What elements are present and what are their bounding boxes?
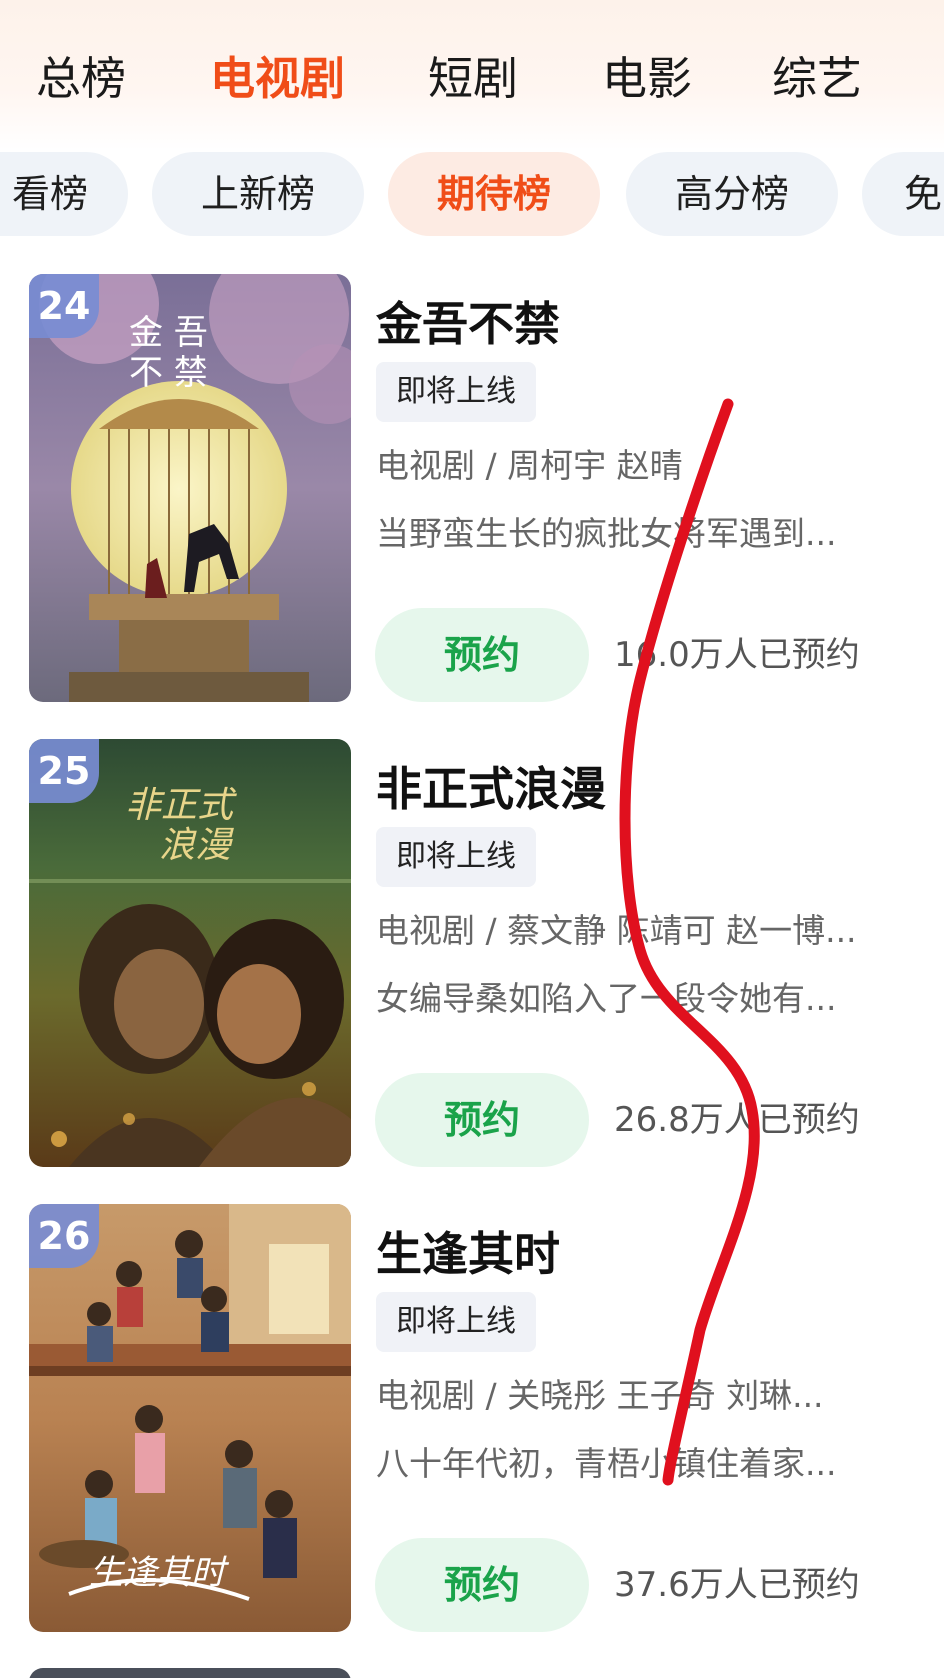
chip-new-ranking[interactable]: 上新榜 [152, 152, 364, 236]
chip-high-score-ranking[interactable]: 高分榜 [626, 152, 838, 236]
genre-cast: 电视剧 / 关晓彤 王子奇 刘琳... [376, 1376, 824, 1415]
list-item[interactable]: 非正式 浪漫 25 非正式浪漫 即将上线 电视剧 / 蔡文静 陈靖可 赵一博..… [0, 739, 944, 1169]
tab-movie[interactable]: 电影 [602, 44, 692, 114]
chip-watch-ranking[interactable]: 看榜 [0, 152, 128, 236]
chip-free-ranking[interactable]: 免 [862, 152, 944, 236]
status-badge: 即将上线 [376, 1292, 536, 1352]
ranking-page: 总榜 电视剧 短剧 电影 综艺 看榜 上新榜 期待榜 高分榜 免 金 吾 不 禁… [0, 0, 944, 1678]
poster-image[interactable]: 生逢其时 26 [29, 1204, 351, 1632]
svg-text:非正式: 非正式 [125, 785, 237, 826]
genre-cast: 电视剧 / 蔡文静 陈靖可 赵一博... [376, 911, 857, 950]
svg-text:不 禁: 不 禁 [129, 353, 208, 393]
list-item[interactable]: 生逢其时 26 生逢其时 即将上线 电视剧 / 关晓彤 王子奇 刘琳... 八十… [0, 1204, 944, 1634]
ranking-chips: 看榜 上新榜 期待榜 高分榜 免 [0, 152, 944, 236]
reservation-count: 37.6万人已预约 [614, 1565, 860, 1605]
reservation-count: 26.8万人已预约 [614, 1100, 860, 1140]
status-badge: 即将上线 [376, 827, 536, 887]
poster-image[interactable]: 金 吾 不 禁 24 [29, 274, 351, 702]
chip-anticipated-ranking[interactable]: 期待榜 [388, 152, 600, 236]
rank-badge: 24 [29, 274, 99, 338]
drama-title[interactable]: 非正式浪漫 [376, 753, 606, 819]
svg-text:浪漫: 浪漫 [159, 825, 234, 866]
reserve-button[interactable]: 预约 [375, 1538, 589, 1632]
genre-cast: 电视剧 / 周柯宇 赵晴 [376, 446, 683, 485]
drama-title[interactable]: 金吾不禁 [376, 288, 560, 354]
tab-tv-series[interactable]: 电视剧 [210, 44, 345, 114]
poster-image[interactable]: 非正式 浪漫 25 [29, 739, 351, 1167]
category-tabs: 总榜 电视剧 短剧 电影 综艺 [0, 44, 944, 114]
synopsis: 当野蛮生长的疯批女将军遇到... [376, 514, 837, 553]
reserve-button[interactable]: 预约 [375, 1073, 589, 1167]
reserve-button[interactable]: 预约 [375, 608, 589, 702]
synopsis: 女编导桑如陷入了一段令她有... [376, 979, 837, 1018]
synopsis: 八十年代初，青梧小镇住着家... [376, 1444, 837, 1483]
tab-short-drama[interactable]: 短剧 [428, 44, 518, 114]
rank-badge: 25 [29, 739, 99, 803]
svg-text:生逢其时: 生逢其时 [89, 1553, 230, 1593]
tab-overall[interactable]: 总榜 [36, 44, 126, 114]
status-badge: 即将上线 [376, 362, 536, 422]
svg-text:金 吾: 金 吾 [129, 313, 208, 353]
tab-variety[interactable]: 综艺 [772, 44, 862, 114]
next-item-poster-peek [29, 1668, 351, 1678]
drama-title[interactable]: 生逢其时 [376, 1218, 560, 1284]
rank-badge: 26 [29, 1204, 99, 1268]
list-item[interactable]: 金 吾 不 禁 24 金吾不禁 即将上线 电视剧 / 周柯宇 赵晴 当野蛮生长的… [0, 274, 944, 704]
reservation-count: 16.0万人已预约 [614, 635, 860, 675]
